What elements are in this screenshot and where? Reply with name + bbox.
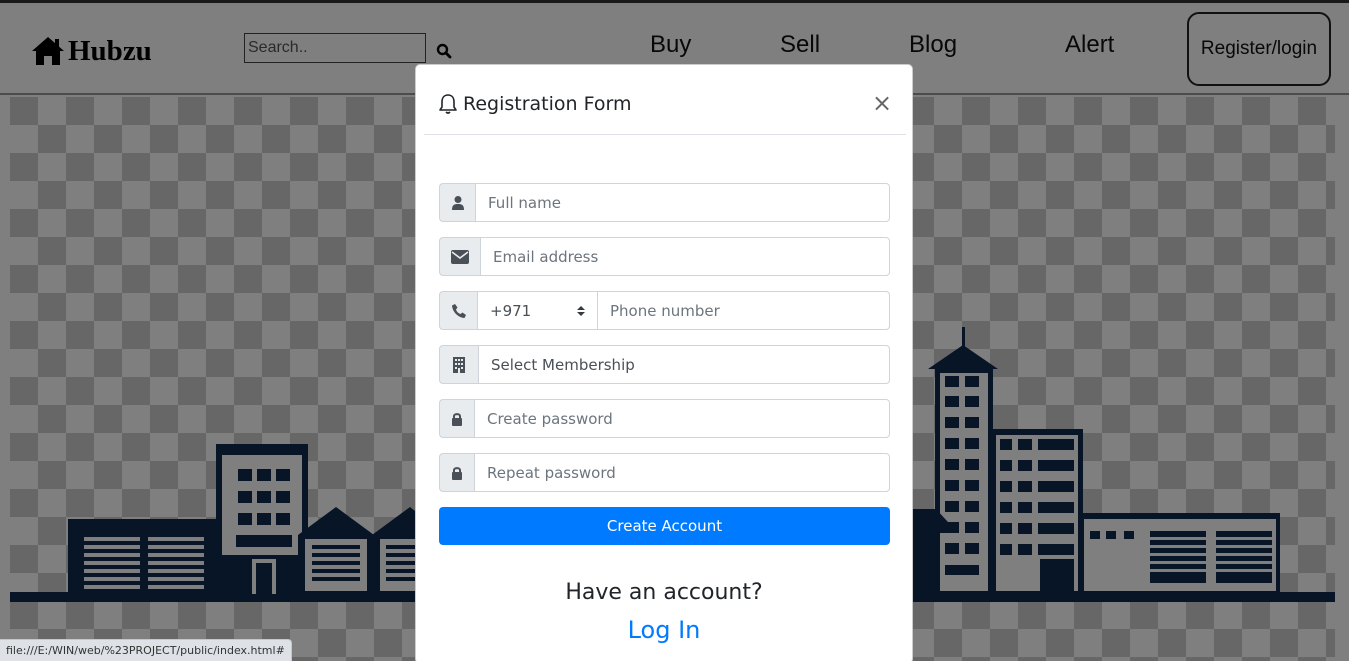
lock-icon (439, 399, 474, 438)
create-password-input[interactable] (474, 399, 890, 438)
email-group (439, 237, 890, 276)
email-field[interactable] (480, 237, 890, 276)
building-icon (439, 345, 478, 384)
select-caret-icon (577, 305, 585, 316)
country-code-value: +971 (490, 301, 532, 320)
phone-number-input[interactable] (597, 291, 890, 330)
country-code-select[interactable]: +971 (477, 291, 597, 330)
login-link[interactable]: Log In (416, 616, 912, 644)
full-name-group (439, 183, 890, 222)
repeat-password-group (439, 453, 890, 492)
user-icon (439, 183, 475, 222)
phone-group: +971 (439, 291, 890, 330)
phone-icon (439, 291, 477, 330)
create-account-button[interactable]: Create Account (439, 507, 890, 545)
membership-select[interactable]: Select Membership (478, 345, 890, 384)
status-bar-url: file:///E:/WIN/web/%23PROJECT/public/ind… (0, 639, 292, 661)
registration-modal: Registration Form × +971 (415, 64, 913, 661)
modal-header: Registration Form × (424, 65, 906, 135)
bell-icon (439, 94, 457, 114)
have-account-text: Have an account? (565, 580, 763, 605)
close-icon[interactable]: × (872, 91, 892, 115)
envelope-icon (439, 237, 480, 276)
modal-title: Registration Form (463, 93, 632, 115)
lock-icon (439, 453, 474, 492)
password-group (439, 399, 890, 438)
full-name-input[interactable] (475, 183, 890, 222)
repeat-password-input[interactable] (474, 453, 890, 492)
membership-group: Select Membership (439, 345, 890, 384)
